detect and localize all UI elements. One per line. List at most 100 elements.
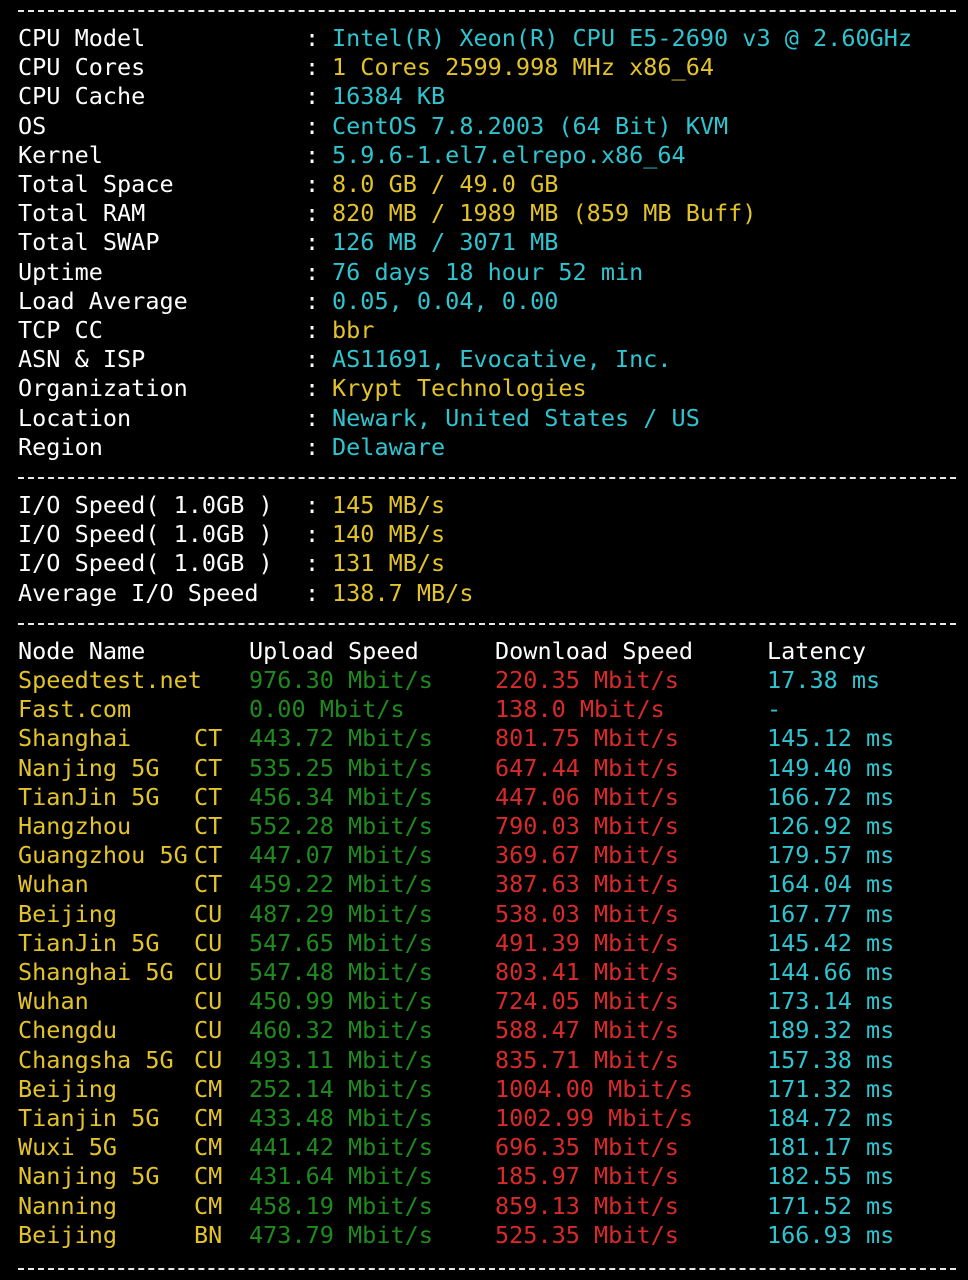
latency: 166.93 ms [767,1220,895,1249]
terminal-output: CPU Model: Intel(R) Xeon(R) CPU E5-2690 v… [0,0,968,1280]
node-name: Beijing [18,899,118,928]
upload-speed: 443.72 Mbit/s [249,724,433,753]
download-speed: 491.39 Mbit/s [495,928,679,957]
operator-code: CU [194,899,223,928]
latency: 157.38 ms [767,1045,895,1074]
upload-speed: 547.65 Mbit/s [249,928,433,957]
node-name: Fast.com [18,695,132,724]
node-name: Beijing [18,1074,118,1103]
download-speed: 859.13 Mbit/s [495,1191,679,1220]
info-value: 820 MB / 1989 MB (859 MB Buff) [332,199,757,228]
io-label: I/O Speed( 1.0GB ) [18,491,273,519]
node-name: TianJin 5G [18,928,160,957]
io-value: 131 MB/s [332,549,446,578]
latency: 184.72 ms [767,1104,895,1132]
upload-speed: 976.30 Mbit/s [249,666,433,694]
download-speed: 447.06 Mbit/s [495,782,679,811]
info-label: Location [18,403,132,432]
header-upload-speed: Upload Speed [249,637,419,665]
download-speed: 588.47 Mbit/s [495,1016,679,1045]
download-speed: 1002.99 Mbit/s [495,1104,694,1132]
latency: 149.40 ms [767,753,895,782]
info-label: Organization [18,374,188,403]
latency: 173.14 ms [767,987,895,1016]
download-speed: 803.41 Mbit/s [495,958,679,986]
io-value: 140 MB/s [332,520,446,549]
latency: 167.77 ms [767,899,895,928]
info-label: Load Average [18,286,188,315]
info-label: Region [18,432,103,461]
node-name: Wuhan [18,870,89,899]
info-colon: : [305,228,320,257]
info-value: Intel(R) Xeon(R) CPU E5-2690 v3 @ 2.60GH… [332,24,913,52]
info-label: Total SWAP [18,228,160,257]
info-value: Newark, United States / US [332,403,700,432]
info-label: TCP CC [18,316,103,344]
operator-code: CT [194,870,223,899]
download-speed: 696.35 Mbit/s [495,1133,679,1162]
operator-code: CU [194,1016,223,1045]
info-value: 126 MB / 3071 MB [332,228,559,257]
operator-code: CU [194,1045,223,1074]
info-colon: : [305,24,320,52]
node-name: Hangzhou [18,812,132,840]
latency: 189.32 ms [767,1016,895,1045]
info-colon: : [305,53,320,82]
operator-code: CU [194,958,223,986]
operator-code: CM [194,1162,223,1191]
upload-speed: 460.32 Mbit/s [249,1016,433,1045]
operator-code: CM [194,1191,223,1220]
info-label: Total Space [18,170,174,198]
node-name: Changsha 5G [18,1045,174,1074]
info-label: Uptime [18,257,103,286]
node-name: Chengdu [18,1016,118,1045]
header-download-speed: Download Speed [495,637,694,665]
io-label: I/O Speed( 1.0GB ) [18,549,273,578]
upload-speed: 487.29 Mbit/s [249,899,433,928]
node-name: Nanjing 5G [18,753,160,782]
operator-code: CT [194,753,223,782]
io-value: 145 MB/s [332,491,446,519]
info-label: CPU Cores [18,53,146,82]
latency: 179.57 ms [767,841,895,870]
separator-line [18,477,956,479]
info-value: 0.05, 0.04, 0.00 [332,286,559,315]
info-colon: : [305,403,320,432]
info-value: bbr [332,316,375,344]
info-label: Kernel [18,140,103,169]
info-label: OS [18,111,47,140]
node-name: TianJin 5G [18,782,160,811]
download-speed: 724.05 Mbit/s [495,987,679,1016]
download-speed: 387.63 Mbit/s [495,870,679,899]
latency: 145.12 ms [767,724,895,753]
info-colon: : [305,82,320,111]
node-name: Nanjing 5G [18,1162,160,1191]
node-name: Shanghai [18,724,132,753]
node-name: Beijing [18,1220,118,1249]
upload-speed: 447.07 Mbit/s [249,841,433,870]
separator-line [18,1268,956,1270]
latency: 171.32 ms [767,1074,895,1103]
upload-speed: 459.22 Mbit/s [249,870,433,899]
separator-line [18,10,956,12]
upload-speed: 458.19 Mbit/s [249,1191,433,1220]
upload-speed: 473.79 Mbit/s [249,1220,433,1249]
latency: 145.42 ms [767,928,895,957]
info-value: Delaware [332,432,446,461]
operator-code: CM [194,1104,223,1132]
download-speed: 525.35 Mbit/s [495,1220,679,1249]
download-speed: 790.03 Mbit/s [495,812,679,840]
operator-code: CU [194,928,223,957]
operator-code: CT [194,782,223,811]
upload-speed: 456.34 Mbit/s [249,782,433,811]
node-name: Shanghai 5G [18,958,174,986]
io-colon: : [305,491,320,519]
upload-speed: 252.14 Mbit/s [249,1074,433,1103]
node-name: Tianjin 5G [18,1104,160,1132]
latency: 182.55 ms [767,1162,895,1191]
upload-speed: 431.64 Mbit/s [249,1162,433,1191]
info-value: 76 days 18 hour 52 min [332,257,644,286]
upload-speed: 433.48 Mbit/s [249,1104,433,1132]
info-label: ASN & ISP [18,345,146,374]
info-colon: : [305,316,320,344]
